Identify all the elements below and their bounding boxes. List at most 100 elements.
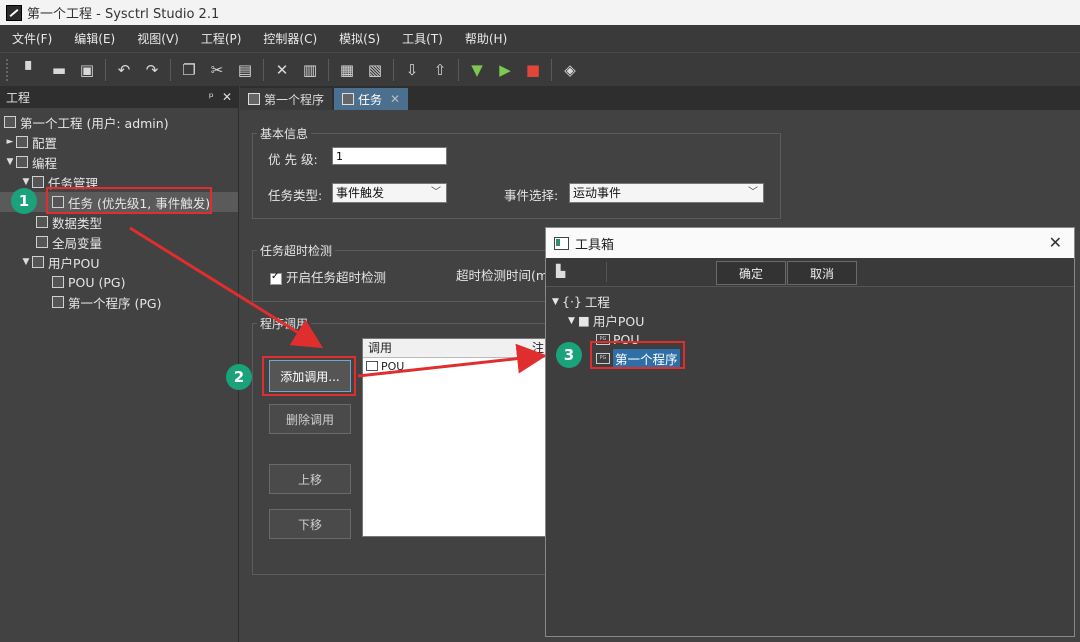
dialog-title: 工具箱: [575, 237, 615, 253]
list-item[interactable]: POU: [363, 358, 548, 374]
delete-call-button[interactable]: 删除调用: [269, 404, 351, 434]
collapse-icon[interactable]: ▼: [20, 257, 32, 267]
dialog-separator: [606, 262, 607, 282]
cancel-button[interactable]: 取消: [787, 261, 857, 285]
project-panel: 工程 ᵖ ✕ 第一个工程 (用户: admin) ► 配置 ▼ 编程 ▼ 任务管…: [0, 86, 239, 642]
undo-icon[interactable]: ↶: [113, 59, 135, 81]
pou-icon: [52, 296, 64, 308]
ok-button[interactable]: 确定: [716, 261, 786, 285]
tree-item-pou[interactable]: POU (PG): [0, 272, 238, 292]
program-call-legend: 程序调用: [260, 317, 309, 331]
menu-project[interactable]: 工程(P): [189, 30, 252, 47]
window-title: 第一个工程 - Sysctrl Studio 2.1: [27, 7, 220, 22]
panel-title: 工程: [6, 90, 31, 105]
menu-edit[interactable]: 编辑(E): [62, 30, 125, 47]
close-icon[interactable]: ✕: [222, 90, 232, 104]
debug-icon[interactable]: ◈: [559, 59, 581, 81]
toolbar-separator: [328, 59, 329, 81]
call-list-header-note: 注: [531, 341, 544, 355]
tree-item-datatype[interactable]: 数据类型: [0, 212, 238, 232]
download-icon[interactable]: ⇩: [401, 59, 423, 81]
move-up-button[interactable]: 上移: [269, 464, 351, 494]
menu-file[interactable]: 文件(F): [0, 30, 62, 47]
open-folder-icon[interactable]: ▬: [48, 59, 70, 81]
call-list-header: 调用注: [363, 339, 548, 358]
tree-item-root[interactable]: 第一个工程 (用户: admin): [0, 112, 238, 132]
dtree-item-project[interactable]: ▼ {·} 工程: [552, 292, 680, 311]
tab-first-program[interactable]: 第一个程序: [240, 88, 333, 110]
chevron-down-icon: ﹀: [748, 187, 758, 198]
timeout-time-label: 超时检测时间(m: [456, 268, 549, 283]
annotation-box-2: [262, 356, 356, 396]
add-item-icon[interactable]: ▙: [556, 264, 565, 278]
menu-help[interactable]: 帮助(H): [453, 30, 517, 47]
title-bar: 第一个工程 - Sysctrl Studio 2.1: [0, 0, 1080, 25]
connect-icon[interactable]: ▼: [466, 59, 488, 81]
new-file-icon[interactable]: ▘: [20, 59, 42, 81]
dtree-item-user-pou[interactable]: ▼ ■ 用户POU: [552, 311, 680, 330]
basic-info-legend: 基本信息: [260, 127, 309, 141]
menu-simulate[interactable]: 模拟(S): [327, 30, 390, 47]
panel-header: 工程 ᵖ ✕: [0, 86, 238, 108]
annotation-box-3: [590, 341, 685, 369]
toolbar-separator: [105, 59, 106, 81]
dialog-title-bar: 工具箱 ✕: [546, 228, 1074, 258]
chevron-down-icon: ﹀: [431, 187, 441, 198]
program-icon: [248, 93, 260, 105]
task-type-label: 任务类型:: [268, 188, 323, 203]
stop-icon[interactable]: ■: [522, 59, 544, 81]
folder-icon: [32, 176, 44, 188]
task-type-select[interactable]: 事件触发 ﹀: [332, 183, 447, 203]
menu-bar: 文件(F) 编辑(E) 视图(V) 工程(P) 控制器(C) 模拟(S) 工具(…: [0, 25, 1080, 52]
toolbar-separator: [170, 59, 171, 81]
delete-icon[interactable]: ✕: [271, 59, 293, 81]
menu-tools[interactable]: 工具(T): [390, 30, 453, 47]
pou-icon: [52, 276, 64, 288]
save-icon[interactable]: ▣: [76, 59, 98, 81]
menu-view[interactable]: 视图(V): [125, 30, 189, 47]
tree-item-first-program[interactable]: 第一个程序 (PG): [0, 292, 238, 312]
tree-item-program[interactable]: ▼ 编程: [0, 152, 238, 172]
event-select[interactable]: 运动事件 ﹀: [569, 183, 764, 203]
basic-info-group: 基本信息: [252, 125, 781, 219]
folder-icon: ■: [578, 313, 590, 328]
collapse-icon[interactable]: ▼: [568, 316, 578, 326]
app-icon: [6, 4, 22, 21]
checkbox-icon[interactable]: [270, 271, 282, 285]
priority-input[interactable]: 1: [332, 147, 447, 165]
annotation-box-1: [46, 187, 212, 214]
project-icon: {·}: [562, 294, 582, 309]
compile-icon[interactable]: ▦: [336, 59, 358, 81]
run-icon[interactable]: ▶: [494, 59, 516, 81]
clear-icon[interactable]: ▧: [364, 59, 386, 81]
collapse-icon[interactable]: ▼: [552, 297, 562, 307]
close-tab-icon[interactable]: ✕: [390, 92, 400, 106]
toolbar-separator: [263, 59, 264, 81]
tree-item-config[interactable]: ► 配置: [0, 132, 238, 152]
tab-task[interactable]: 任务 ✕: [334, 88, 409, 110]
menu-controller[interactable]: 控制器(C): [251, 30, 327, 47]
toolbar-separator: [551, 59, 552, 81]
tree-item-user-pou[interactable]: ▼ 用户POU: [0, 252, 238, 272]
timeout-legend: 任务超时检测: [260, 244, 333, 258]
toolbar-separator: [458, 59, 459, 81]
copy-icon[interactable]: ❐: [178, 59, 200, 81]
cut-icon[interactable]: ✂: [206, 59, 228, 81]
collapse-icon[interactable]: ▼: [20, 177, 32, 187]
properties-icon[interactable]: ▥: [299, 59, 321, 81]
enable-timeout-checkbox[interactable]: 开启任务超时检测: [270, 267, 386, 286]
tree-item-globals[interactable]: 全局变量: [0, 232, 238, 252]
step-badge-1: 1: [11, 188, 37, 214]
move-down-button[interactable]: 下移: [269, 509, 351, 539]
redo-icon[interactable]: ↷: [141, 59, 163, 81]
collapse-icon[interactable]: ▼: [4, 157, 16, 167]
pin-icon[interactable]: ᵖ: [209, 90, 214, 104]
close-icon[interactable]: ✕: [1049, 233, 1062, 252]
toolbar-grip[interactable]: [6, 59, 11, 81]
editor-tabs: 第一个程序 任务 ✕: [240, 86, 1080, 110]
expand-icon[interactable]: ►: [4, 137, 16, 147]
upload-icon[interactable]: ⇧: [429, 59, 451, 81]
paste-icon[interactable]: ▤: [234, 59, 256, 81]
call-list[interactable]: 调用注 POU: [362, 338, 549, 537]
folder-icon: [32, 256, 44, 268]
